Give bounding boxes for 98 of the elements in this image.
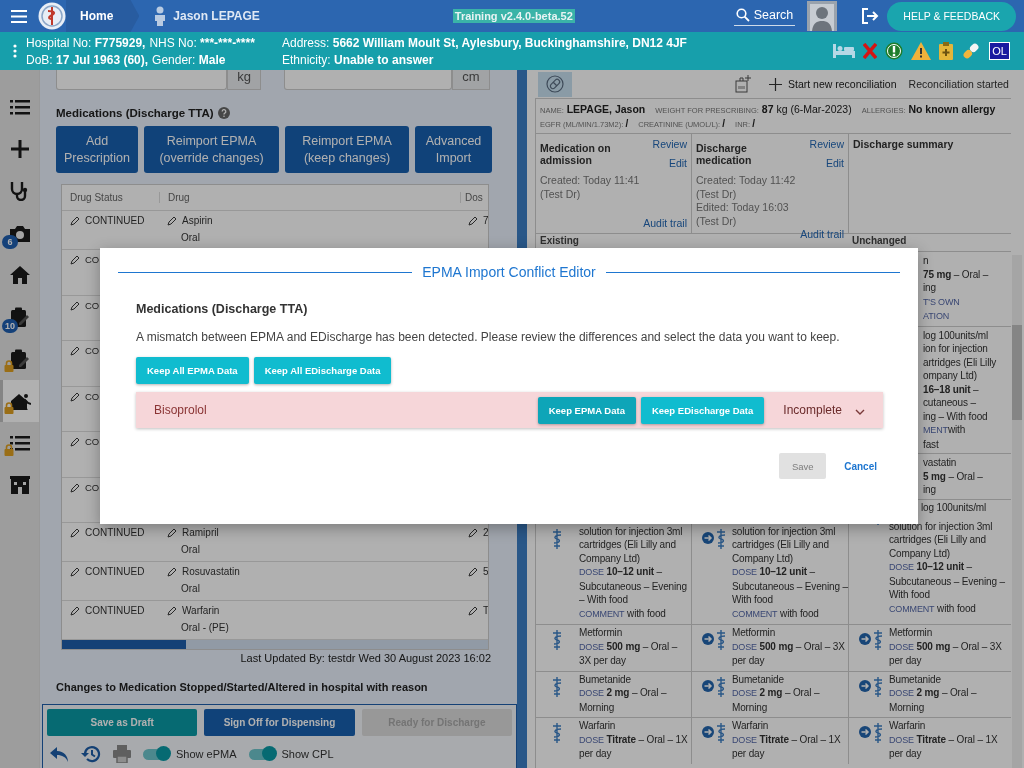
conflict-drug: Bisoprolol xyxy=(154,403,207,417)
drug-name: solution for injection 3ml cartridges (Eli Lilly and Company Ltd) xyxy=(579,524,684,565)
drug-detail-text: log 100units/ml xyxy=(921,500,987,515)
drug-detail-text: ing xyxy=(923,483,937,497)
toggle-label: Show ePMA xyxy=(176,748,237,760)
drug-detail-text: ion for injection xyxy=(923,342,989,356)
reconciliation-status: Reconciliation started xyxy=(908,78,1009,90)
drug-status: CO xyxy=(85,254,100,265)
version-label: Training v2.4.0-beta.52 xyxy=(452,9,575,23)
section-title: Changes to Medication Stopped/Started/Altered in hospital with reason xyxy=(56,681,429,693)
dose-text: DOSE Titrate – Oral – 1X per day xyxy=(579,732,689,761)
unit-label: kg xyxy=(227,70,261,90)
drug-detail-text: fast xyxy=(923,437,940,451)
drug-name: Metformin xyxy=(579,626,624,640)
drug-detail-text: log 100units/ml xyxy=(923,328,989,342)
drug-dose: 5 xyxy=(483,566,488,577)
section-title: Medications (Discharge TTA) xyxy=(56,107,214,119)
drug-detail-text: MENTwith xyxy=(923,423,967,437)
history-text: (Test Dr) xyxy=(696,187,738,201)
drug-name: Warfarin xyxy=(182,605,220,616)
drug-detail-text: 75 mg – Oral – xyxy=(923,267,990,281)
drug-name: Bumetanide xyxy=(889,672,942,686)
drug-status: CO xyxy=(85,436,100,447)
drug-route: Oral xyxy=(180,544,200,555)
drug-name: solution for injection 3ml cartridges (Eli Lilly and Company Ltd) xyxy=(889,519,994,560)
dialog-title: EPMA Import Conflict Editor xyxy=(422,264,596,280)
dose-text: DOSE 2 mg – Oral – Morning xyxy=(889,686,978,714)
drug-detail-text: T'S OWN xyxy=(923,295,961,309)
drug-detail-text: cutaneous – xyxy=(923,396,977,410)
drug-status: CONTINUED xyxy=(85,215,145,226)
drug-name: Bumetanide xyxy=(732,672,785,686)
drug-name: Warfarin xyxy=(889,719,927,733)
drug-detail-text: vastatin xyxy=(923,456,958,470)
drug-detail-text: ing xyxy=(923,281,937,295)
drug-status: CO xyxy=(85,299,100,311)
patient-info-line: Hospital No: F775929, NHS No: ***-***-**** xyxy=(26,35,256,50)
column-header: Drug Status xyxy=(69,192,124,203)
drug-detail-text: ATION xyxy=(923,310,951,323)
drug-name: Rosuvastatin xyxy=(182,566,240,577)
column-header: Drug xyxy=(159,192,460,203)
drug-status: CONTINUED xyxy=(85,527,145,538)
drug-route: Oral xyxy=(180,232,200,243)
patient-info-line: Address: 5662 William Moult St, Aylesbury, Buckinghamshire, DN12 4JF xyxy=(282,35,688,50)
drug-name: Bumetanide xyxy=(579,672,632,686)
dose-text: DOSE Titrate – Oral – 1X per day xyxy=(889,732,999,761)
count-badge: 6 xyxy=(2,235,18,249)
drug-name: Metformin xyxy=(889,626,934,640)
column-header: Dos xyxy=(460,192,488,203)
note-text: COMMENT with food xyxy=(579,606,667,621)
dose-text: DOSE 500 mg – Oral – 3X per day xyxy=(889,639,1003,668)
summary-title: Medication on admission xyxy=(540,142,612,168)
dose-text: DOSE 2 mg – Oral – Morning xyxy=(579,686,668,714)
history-text: (Test Dr) xyxy=(696,214,738,228)
dose-text: DOSE 500 mg – Oral – 3X per day xyxy=(579,639,679,668)
drug-detail-text: artridges (Eli Lilly xyxy=(923,355,998,369)
note-text: COMMENT with food xyxy=(889,601,977,616)
history-text: Created: Today 11:41 xyxy=(540,174,641,188)
drug-name: Metformin xyxy=(732,626,777,640)
dose-text: DOSE 500 mg – Oral – 3X per day xyxy=(732,639,846,668)
patient-info-line: Ethnicity: Unable to answer xyxy=(282,52,435,67)
drug-dose: 2 xyxy=(483,527,488,538)
drug-status: CONTINUED xyxy=(85,566,145,577)
note-text: COMMENT with food xyxy=(732,606,820,621)
last-updated-text: Last Updated By: testdr Wed 30 August 2023 16:02 xyxy=(239,652,491,664)
drug-name: Warfarin xyxy=(579,719,617,733)
drug-name: Ramipril xyxy=(182,527,219,538)
count-badge: 10 xyxy=(2,319,18,333)
drug-detail-text: 5 mg – Oral – xyxy=(923,469,984,483)
drug-status: CONTINUED xyxy=(85,605,145,616)
drug-detail-text: ing – With food xyxy=(923,409,989,423)
drug-name: solution for injection 3ml cartridges (Eli Lilly and Company Ltd) xyxy=(732,524,837,565)
drug-route: Oral xyxy=(180,583,200,594)
drug-status: CO xyxy=(85,481,100,493)
drug-name: Aspirin xyxy=(182,215,213,226)
toggle-label: Show CPL xyxy=(281,748,334,760)
drug-detail-text: 16–18 unit – xyxy=(923,382,980,396)
summary-title: Discharge summary xyxy=(853,138,954,150)
drug-status: CO xyxy=(85,345,100,356)
history-text: (Test Dr) xyxy=(540,187,582,201)
summary-title: Discharge medication xyxy=(696,142,753,168)
dose-text: DOSE 2 mg – Oral – Morning xyxy=(732,686,821,714)
history-text: Edited: Today 16:03 xyxy=(696,201,790,215)
patient-info-line: DoB: 17 Jul 1963 (60), Gender: Male xyxy=(26,52,227,67)
section-title: Medications (Discharge TTA) xyxy=(136,302,309,316)
column-header: Existing xyxy=(539,235,580,246)
dose-text: DOSE Titrate – Oral – 1X per day xyxy=(732,732,842,761)
drug-detail-text: ompany Ltd) xyxy=(923,369,978,383)
drug-detail-text: n xyxy=(923,254,930,268)
unit-label: cm xyxy=(452,70,490,90)
conflict-status: Incomplete xyxy=(783,403,842,417)
drug-name: Warfarin xyxy=(732,719,770,733)
drug-route: Oral - (PE) xyxy=(180,622,229,633)
drug-dose: 7 xyxy=(483,215,488,226)
drug-status: CO xyxy=(85,390,100,402)
dialog-message: A mismatch between EPMA and EDischarge has been detected. Please review the differences and select the data you want to keep. xyxy=(136,330,841,344)
history-text: Created: Today 11:42 xyxy=(696,174,797,188)
column-header: Unchanged xyxy=(851,235,908,246)
patient-name: Jason LEPAGE xyxy=(173,9,260,23)
